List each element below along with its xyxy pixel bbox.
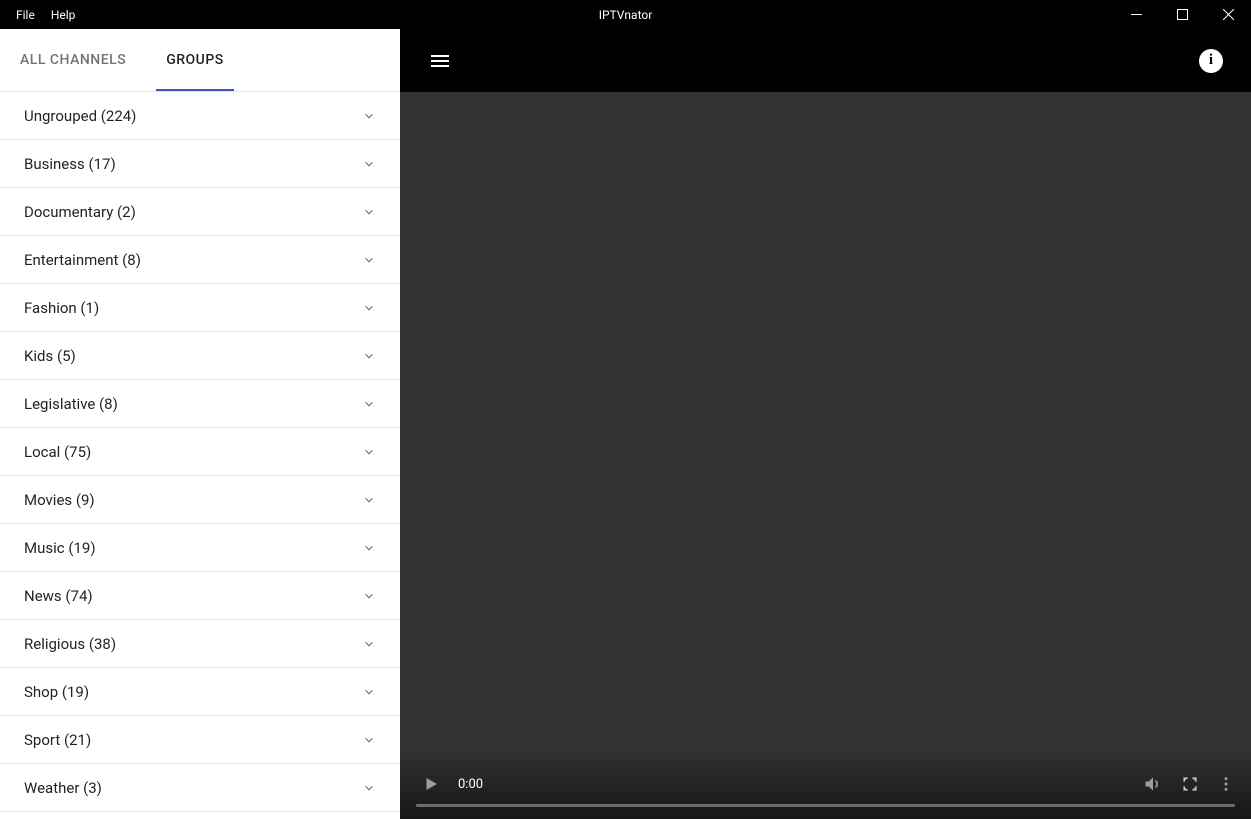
chevron-down-icon — [362, 445, 376, 459]
group-label: Ungrouped (224) — [24, 107, 136, 125]
volume-button[interactable] — [1143, 774, 1163, 794]
player-panel: i 0:00 — [400, 29, 1251, 819]
info-button[interactable]: i — [1191, 41, 1231, 81]
chevron-down-icon — [362, 205, 376, 219]
window-controls — [1113, 0, 1251, 29]
window-title: IPTVnator — [599, 8, 653, 22]
tab-groups[interactable]: GROUPS — [146, 29, 244, 91]
group-row[interactable]: Ungrouped (224) — [0, 92, 400, 140]
channel-sidebar: ALL CHANNELS GROUPS Ungrouped (224) Busin… — [0, 29, 400, 819]
group-row[interactable]: Music (19) — [0, 524, 400, 572]
groups-list[interactable]: Ungrouped (224) Business (17) Documentary … — [0, 92, 400, 819]
chevron-down-icon — [362, 397, 376, 411]
group-label: Weather (3) — [24, 779, 102, 797]
toggle-sidebar-button[interactable] — [420, 41, 460, 81]
chevron-down-icon — [362, 109, 376, 123]
group-row[interactable]: Kids (5) — [0, 332, 400, 380]
group-row[interactable]: Legislative (8) — [0, 380, 400, 428]
close-icon — [1223, 9, 1234, 20]
chevron-down-icon — [362, 301, 376, 315]
chevron-down-icon — [362, 637, 376, 651]
group-row[interactable]: Documentary (2) — [0, 188, 400, 236]
tab-all-channels[interactable]: ALL CHANNELS — [0, 29, 146, 91]
group-label: Business (17) — [24, 155, 116, 173]
more-options-button[interactable] — [1217, 775, 1235, 793]
group-label: Entertainment (8) — [24, 251, 141, 269]
group-row[interactable]: Local (75) — [0, 428, 400, 476]
chevron-down-icon — [362, 493, 376, 507]
maximize-icon — [1177, 9, 1188, 20]
group-row[interactable]: Sport (21) — [0, 716, 400, 764]
group-label: Movies (9) — [24, 491, 95, 509]
current-time: 0:00 — [458, 777, 483, 792]
volume-icon — [1143, 774, 1163, 794]
group-row[interactable]: Fashion (1) — [0, 284, 400, 332]
app-menu: File Help — [0, 0, 83, 29]
video-area[interactable]: 0:00 — [400, 92, 1251, 819]
play-button[interactable] — [416, 775, 440, 793]
group-label: Local (75) — [24, 443, 91, 461]
group-row[interactable]: Entertainment (8) — [0, 236, 400, 284]
group-label: Religious (38) — [24, 635, 116, 653]
vertical-dots-icon — [1217, 775, 1235, 793]
chevron-down-icon — [362, 589, 376, 603]
group-label: Legislative (8) — [24, 395, 118, 413]
group-label: Kids (5) — [24, 347, 76, 365]
chevron-down-icon — [362, 157, 376, 171]
chevron-down-icon — [362, 349, 376, 363]
group-label: Documentary (2) — [24, 203, 136, 221]
chevron-down-icon — [362, 781, 376, 795]
group-row[interactable]: Business (17) — [0, 140, 400, 188]
chevron-down-icon — [362, 541, 376, 555]
group-label: Fashion (1) — [24, 299, 99, 317]
minimize-button[interactable] — [1113, 0, 1159, 29]
menu-file[interactable]: File — [8, 8, 43, 22]
fullscreen-button[interactable] — [1181, 775, 1199, 793]
group-row[interactable]: News (74) — [0, 572, 400, 620]
main-area: ALL CHANNELS GROUPS Ungrouped (224) Busin… — [0, 29, 1251, 819]
video-controls: 0:00 — [400, 745, 1251, 819]
info-icon: i — [1199, 49, 1223, 73]
play-icon — [422, 775, 440, 793]
chevron-down-icon — [362, 685, 376, 699]
title-bar: File Help IPTVnator — [0, 0, 1251, 29]
menu-help[interactable]: Help — [43, 8, 84, 22]
hamburger-icon — [428, 49, 452, 73]
group-row[interactable]: Weather (3) — [0, 764, 400, 812]
group-label: News (74) — [24, 587, 93, 605]
group-label: Shop (19) — [24, 683, 89, 701]
group-row[interactable]: Shop (19) — [0, 668, 400, 716]
close-button[interactable] — [1205, 0, 1251, 29]
chevron-down-icon — [362, 733, 376, 747]
sidebar-tabs: ALL CHANNELS GROUPS — [0, 29, 400, 92]
fullscreen-icon — [1181, 775, 1199, 793]
group-label: Sport (21) — [24, 731, 91, 749]
maximize-button[interactable] — [1159, 0, 1205, 29]
progress-bar[interactable] — [416, 804, 1235, 807]
player-toolbar: i — [400, 29, 1251, 92]
group-label: Music (19) — [24, 539, 96, 557]
chevron-down-icon — [362, 253, 376, 267]
group-row[interactable]: Movies (9) — [0, 476, 400, 524]
group-row[interactable]: Religious (38) — [0, 620, 400, 668]
minimize-icon — [1131, 9, 1142, 20]
